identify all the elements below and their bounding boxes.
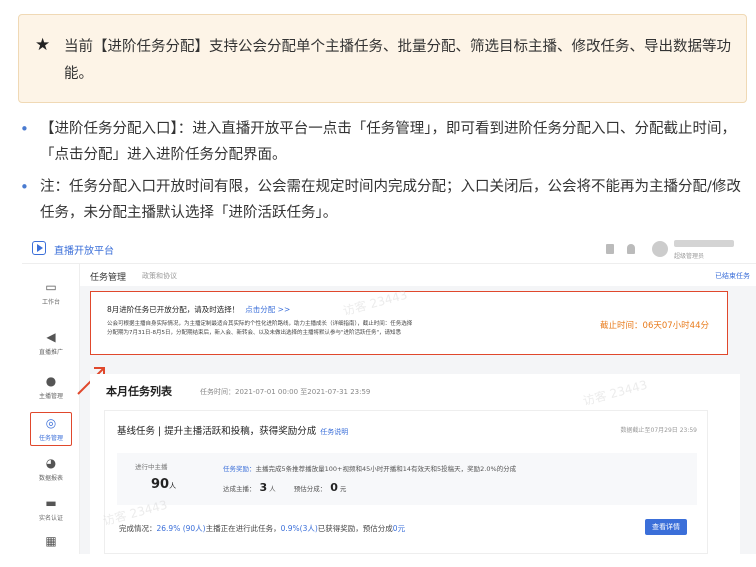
task-stats: 达成主播： 3 人 预估分成： 0 元	[223, 481, 346, 494]
allocate-link[interactable]: 点击分配 >>	[245, 305, 290, 314]
sidebar-item-label: 任务管理	[38, 435, 63, 442]
bullet-dot-icon: •	[20, 178, 29, 196]
bullet-dot-icon: •	[20, 120, 29, 138]
users-icon: ●	[45, 374, 57, 388]
tip-box: ★ 当前【进阶任务分配】支持公会分配单个主播任务、批量分配、筛选目标主播、修改任…	[18, 14, 747, 103]
estimate-unit: 元	[339, 485, 347, 493]
sidebar-item-verification[interactable]: ▬ 实名认证	[22, 496, 80, 522]
flag-icon: ▬	[45, 496, 57, 510]
completion-percent: 26.9% (90人)	[156, 524, 206, 533]
page-header: 任务管理 政策和协议 已结束任务	[80, 264, 756, 286]
megaphone-icon: ◀	[46, 330, 56, 344]
allocation-notice: 8月进阶任务已开放分配，请及时选择！ 点击分配 >> 公会可根据主播自身实际情况，…	[90, 291, 728, 355]
task-reward: 任务奖励：主播完成5条推荐播放量100+视频和45小时开播和14有效天和5投稿天…	[223, 463, 516, 473]
in-progress-count: 90人	[151, 477, 176, 492]
data-update-time: 数据截止至07月29日 23:59	[620, 427, 697, 434]
view-details-button[interactable]: 查看详情	[645, 519, 687, 535]
star-icon: ★	[35, 35, 51, 55]
notice-body: 公会可根据主播自身实际情况，为主播定制最适合其实际的个性化进阶路线，助力主播成长…	[107, 321, 413, 336]
estimate-count: 0	[330, 481, 338, 494]
bullet-item: • 注：任务分配入口开放时间有限，公会需在规定时间内完成分配；入口关闭后，公会将…	[20, 174, 745, 226]
completion-text: 已获得奖励，预估分成	[317, 524, 393, 533]
sidebar-item-reports[interactable]: ◕ 数据报表	[22, 456, 80, 482]
reward-label: 任务奖励：	[223, 465, 256, 473]
in-progress-value: 90	[151, 477, 170, 492]
sidebar-item-gift[interactable]: ▦	[22, 534, 80, 551]
target-icon: ◎	[45, 416, 57, 430]
user-role: 超级管理员	[674, 253, 705, 260]
notice-title-text: 8月进阶任务已开放分配，请及时选择！	[107, 305, 240, 314]
pie-chart-icon: ◕	[45, 456, 57, 470]
in-progress-label: 进行中主播	[135, 463, 168, 471]
in-progress-unit: 人	[169, 482, 177, 490]
policy-link[interactable]: 政策和协议	[142, 271, 177, 281]
document-icon[interactable]	[606, 244, 614, 254]
platform-screenshot: 直播开放平台 超级管理员 ▭ 工作台 ◀ 直播推广 ● 主播管理 ◎ 任务管理 …	[22, 234, 756, 554]
notice-title: 8月进阶任务已开放分配，请及时选择！ 点击分配 >>	[107, 304, 290, 315]
baseline-title: 基线任务 | 提升主播活跃和投稿，获得奖励分成 任务说明	[117, 423, 348, 437]
completion-text: 主播正在进行此任务，	[205, 524, 281, 533]
task-list-card: 本月任务列表 任务时间：2021-07-01 00:00 至2021-07-31…	[90, 374, 740, 554]
rewarded-percent: 0.9%(3人)	[280, 524, 318, 533]
completion-label: 完成情况：	[119, 524, 157, 533]
sidebar-item-workbench[interactable]: ▭ 工作台	[22, 280, 80, 306]
sidebar-item-label: 直播推广	[38, 349, 63, 356]
sidebar-item-label: 数据报表	[38, 475, 63, 482]
ended-tasks-link[interactable]: 已结束任务	[715, 271, 750, 281]
achieved-label: 达成主播：	[223, 485, 256, 493]
avatar[interactable]	[652, 241, 668, 257]
tip-text: 当前【进阶任务分配】支持公会分配单个主播任务、批量分配、筛选目标主播、修改任务、…	[64, 39, 731, 82]
bell-icon[interactable]	[627, 244, 635, 254]
deadline-countdown: 截止时间：06天07小时44分	[600, 321, 709, 331]
page-title: 任务管理	[90, 273, 127, 283]
sidebar-item-label: 主播管理	[38, 393, 63, 400]
user-name-redacted	[674, 240, 734, 247]
top-bar: 直播开放平台 超级管理员	[22, 234, 756, 264]
achieved-count: 3	[259, 481, 268, 494]
achieved-unit: 人	[269, 485, 276, 493]
baseline-title-text: 基线任务 | 提升主播活跃和投稿，获得奖励分成	[117, 426, 317, 437]
brand-name[interactable]: 直播开放平台	[54, 242, 114, 257]
task-summary-box: 进行中主播 90人 任务奖励：主播完成5条推荐播放量100+视频和45小时开播和…	[117, 453, 697, 505]
bullet-text: 注：任务分配入口开放时间有限，公会需在规定时间内完成分配；入口关闭后，公会将不能…	[40, 179, 741, 221]
task-description-link[interactable]: 任务说明	[320, 428, 348, 436]
play-logo-icon	[32, 241, 46, 255]
sidebar-item-label: 实名认证	[38, 515, 63, 522]
monitor-icon: ▭	[45, 280, 57, 294]
completion-status: 完成情况：26.9% (90人)主播正在进行此任务，0.9%(3人)已获得奖励，…	[119, 523, 405, 534]
estimate-amount: 0元	[392, 524, 406, 533]
sidebar-item-streamers[interactable]: ● 主播管理	[22, 374, 80, 400]
sidebar-item-promotion[interactable]: ◀ 直播推广	[22, 330, 80, 356]
estimate-label: 预估分成：	[293, 485, 327, 493]
sidebar-item-tasks[interactable]: ◎ 任务管理	[30, 412, 72, 446]
bullet-text: 【进阶任务分配入口】：进入直播开放平台一点击「任务管理」，即可看到进阶任务分配入…	[40, 121, 736, 163]
bullet-item: • 【进阶任务分配入口】：进入直播开放平台一点击「任务管理」，即可看到进阶任务分…	[20, 116, 745, 168]
sidebar-item-label: 工作台	[41, 299, 60, 306]
task-list-title: 本月任务列表	[106, 385, 172, 398]
baseline-task-panel: 基线任务 | 提升主播活跃和投稿，获得奖励分成 任务说明 数据截止至07月29日 …	[104, 410, 708, 554]
reward-text: 主播完成5条推荐播放量100+视频和45小时开播和14有效天和5投稿天，奖励2.…	[255, 465, 517, 473]
task-period: 任务时间：2021-07-01 00:00 至2021-07-31 23:59	[200, 388, 371, 396]
gift-icon: ▦	[45, 534, 57, 548]
sidebar: ▭ 工作台 ◀ 直播推广 ● 主播管理 ◎ 任务管理 ◕ 数据报表 ▬ 实名认证…	[22, 264, 80, 554]
